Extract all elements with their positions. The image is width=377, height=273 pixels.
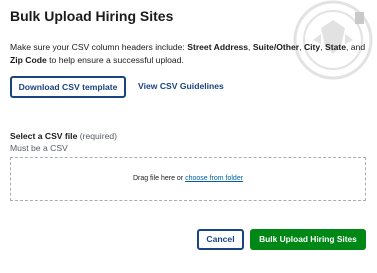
download-csv-template-button[interactable]: Download CSV template (10, 76, 126, 98)
file-field-label: Select a CSV file (required) (10, 131, 117, 141)
intro-field-zip: Zip Code (10, 55, 47, 65)
dropzone-text: Drag file here or (132, 175, 186, 182)
file-field-label-text: Select a CSV file (10, 131, 78, 141)
dropzone-instructions: Drag file here or choose from folder (11, 175, 365, 182)
close-button[interactable] (355, 12, 364, 24)
intro-suffix: to help ensure a successful upload. (46, 55, 184, 65)
intro-prefix: Make sure your CSV column headers includ… (10, 42, 188, 52)
bulk-upload-modal: Bulk Upload Hiring Sites Make sure your … (0, 0, 377, 273)
intro-text: Make sure your CSV column headers includ… (10, 41, 370, 67)
choose-from-folder-link[interactable]: choose from folder (185, 175, 243, 182)
intro-field-state: State (324, 42, 346, 52)
bulk-upload-submit-button[interactable]: Bulk Upload Hiring Sites (250, 229, 366, 250)
view-csv-guidelines-link[interactable]: View CSV Guidelines (138, 81, 224, 91)
cancel-button[interactable]: Cancel (197, 229, 244, 250)
intro-field-street: Street Address (187, 42, 249, 52)
modal-title: Bulk Upload Hiring Sites (10, 8, 174, 24)
required-indicator: (required) (79, 131, 118, 141)
file-dropzone[interactable]: Drag file here or choose from folder (10, 157, 366, 201)
intro-field-city: City (303, 42, 321, 52)
intro-field-suite: Suite/Other (252, 42, 300, 52)
intro-and: , and (345, 42, 366, 52)
file-field-hint: Must be a CSV (10, 143, 68, 153)
